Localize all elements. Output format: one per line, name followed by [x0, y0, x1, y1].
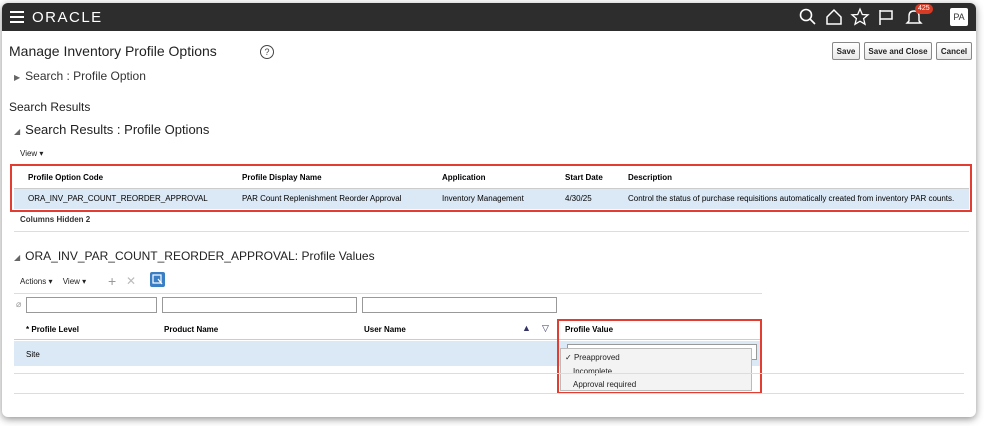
- home-icon[interactable]: [824, 7, 844, 27]
- divider: [14, 393, 964, 394]
- notifications-bell-icon[interactable]: 425: [904, 4, 933, 27]
- sort-ascending-icon[interactable]: ▲: [522, 323, 531, 333]
- save-and-close-button[interactable]: Save and Close: [864, 42, 932, 60]
- search-icon[interactable]: [798, 7, 818, 27]
- required-marker: *: [26, 325, 30, 334]
- search-disclosure-label: Search : Profile Option: [25, 69, 146, 83]
- cell-profile-level: Site: [26, 350, 40, 359]
- collapse-triangle-icon: ◢: [14, 253, 21, 262]
- sort-descending-icon[interactable]: ▽: [542, 323, 549, 334]
- delete-icon[interactable]: ✕: [126, 274, 136, 288]
- highlight-box-profile-value: [557, 319, 762, 394]
- help-icon[interactable]: ?: [260, 45, 274, 59]
- profile-values-toolbar: Actions ▾ View ▾: [20, 277, 86, 286]
- search-results-heading: Search Results: [9, 100, 91, 114]
- profile-level-label: Profile Level: [31, 325, 79, 334]
- notification-badge: 425: [915, 4, 933, 14]
- profile-values-heading[interactable]: ◢ ORA_INV_PAR_COUNT_REORDER_APPROVAL: Pro…: [14, 249, 375, 263]
- brand-logo: ORACLE: [32, 9, 103, 26]
- subsection-label: Search Results : Profile Options: [25, 122, 210, 137]
- add-icon[interactable]: +: [108, 273, 116, 289]
- expand-triangle-icon: ▶: [14, 73, 21, 82]
- detach-icon[interactable]: [150, 272, 165, 287]
- column-header-profile-level[interactable]: * Profile Level: [26, 325, 79, 334]
- collapse-triangle-icon: ◢: [14, 127, 21, 136]
- user-avatar[interactable]: PA: [950, 8, 968, 26]
- divider: [14, 293, 762, 294]
- user-name-filter-input[interactable]: [362, 297, 557, 313]
- search-disclosure[interactable]: ▶ Search : Profile Option: [14, 69, 146, 83]
- profile-values-title: ORA_INV_PAR_COUNT_REORDER_APPROVAL: Prof…: [25, 249, 375, 263]
- column-header-user-name[interactable]: User Name: [364, 325, 406, 334]
- highlight-box-results: [10, 164, 972, 212]
- favorites-star-icon[interactable]: [850, 7, 870, 27]
- view-menu-values[interactable]: View ▾: [63, 277, 86, 286]
- menu-icon[interactable]: [10, 9, 24, 23]
- columns-hidden-label: Columns Hidden 2: [20, 215, 91, 224]
- column-header-product-name[interactable]: Product Name: [164, 325, 218, 334]
- global-header: ORACLE 425 PA: [2, 3, 976, 31]
- divider: [14, 373, 964, 374]
- divider: [14, 231, 969, 232]
- cancel-button[interactable]: Cancel: [936, 42, 972, 60]
- actions-menu[interactable]: Actions ▾: [20, 277, 52, 286]
- page-title: Manage Inventory Profile Options: [9, 43, 217, 59]
- product-name-filter-input[interactable]: [162, 297, 357, 313]
- search-results-subsection[interactable]: ◢ Search Results : Profile Options: [14, 122, 209, 137]
- save-button[interactable]: Save: [832, 42, 860, 60]
- profile-level-filter-input[interactable]: [26, 297, 157, 313]
- flag-icon[interactable]: [876, 7, 896, 27]
- filter-clear-icon[interactable]: ⌀: [16, 299, 21, 310]
- view-menu[interactable]: View ▾: [20, 149, 43, 158]
- app-window: ORACLE 425 PA Manage Inventory Profile O…: [2, 3, 976, 417]
